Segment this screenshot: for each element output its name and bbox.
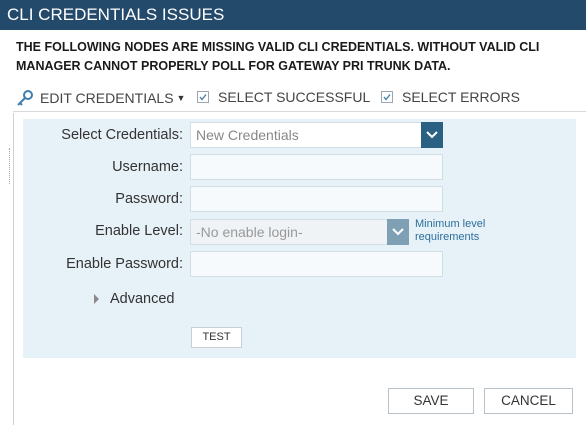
test-button[interactable]: TEST <box>191 327 242 348</box>
dialog-title: CLI CREDENTIALS ISSUES <box>0 0 586 30</box>
triangle-right-icon <box>94 294 99 304</box>
select-successful-label: SELECT SUCCESSFUL <box>218 89 371 105</box>
chevron-down-icon[interactable] <box>387 219 409 245</box>
advanced-toggle[interactable]: Advanced <box>94 291 175 307</box>
username-label: Username: <box>112 159 183 175</box>
min-level-line-1: Minimum level <box>415 218 486 230</box>
resize-grip[interactable] <box>9 148 11 184</box>
select-credentials-label: Select Credentials: <box>61 127 183 143</box>
username-input[interactable] <box>190 154 443 180</box>
select-credentials-value: New Credentials <box>196 127 299 143</box>
warning-message: THE FOLLOWING NODES ARE MISSING VALID CL… <box>16 38 586 76</box>
left-divider <box>13 113 14 425</box>
save-button[interactable]: SAVE <box>388 388 474 414</box>
min-level-line-2: requirements <box>415 231 480 243</box>
chevron-down-icon[interactable] <box>421 122 443 148</box>
key-icon <box>17 90 33 106</box>
minimum-level-requirements-link[interactable]: Minimum level requirements <box>415 218 485 244</box>
warning-line-1: THE FOLLOWING NODES ARE MISSING VALID CL… <box>16 40 540 54</box>
enable-level-label: Enable Level: <box>95 223 183 239</box>
enable-password-input[interactable] <box>190 251 443 277</box>
warning-line-2: MANAGER CANNOT PROPERLY POLL FOR GATEWAY… <box>16 59 451 73</box>
edit-credentials-label: EDIT CREDENTIALS <box>40 90 174 106</box>
select-credentials-dropdown[interactable]: New Credentials <box>190 122 443 148</box>
edit-credentials-menu[interactable]: EDIT CREDENTIALS ▼ <box>16 89 185 107</box>
caret-down-icon: ▼ <box>176 93 186 103</box>
checkbox-checked-icon[interactable] <box>381 91 393 103</box>
password-label: Password: <box>115 191 183 207</box>
select-successful-button[interactable]: SELECT SUCCESSFUL <box>197 89 370 105</box>
enable-level-value: -No enable login- <box>196 224 303 240</box>
checkbox-checked-icon[interactable] <box>197 91 209 103</box>
enable-password-label: Enable Password: <box>66 256 183 272</box>
advanced-label: Advanced <box>110 291 175 307</box>
cancel-button[interactable]: CANCEL <box>484 388 573 414</box>
password-input[interactable] <box>190 186 443 212</box>
select-errors-button[interactable]: SELECT ERRORS <box>381 89 520 105</box>
select-errors-label: SELECT ERRORS <box>402 89 520 105</box>
toolbar: EDIT CREDENTIALS ▼ SELECT SUCCESSFUL SEL… <box>13 86 586 112</box>
enable-level-dropdown[interactable]: -No enable login- <box>190 219 409 245</box>
